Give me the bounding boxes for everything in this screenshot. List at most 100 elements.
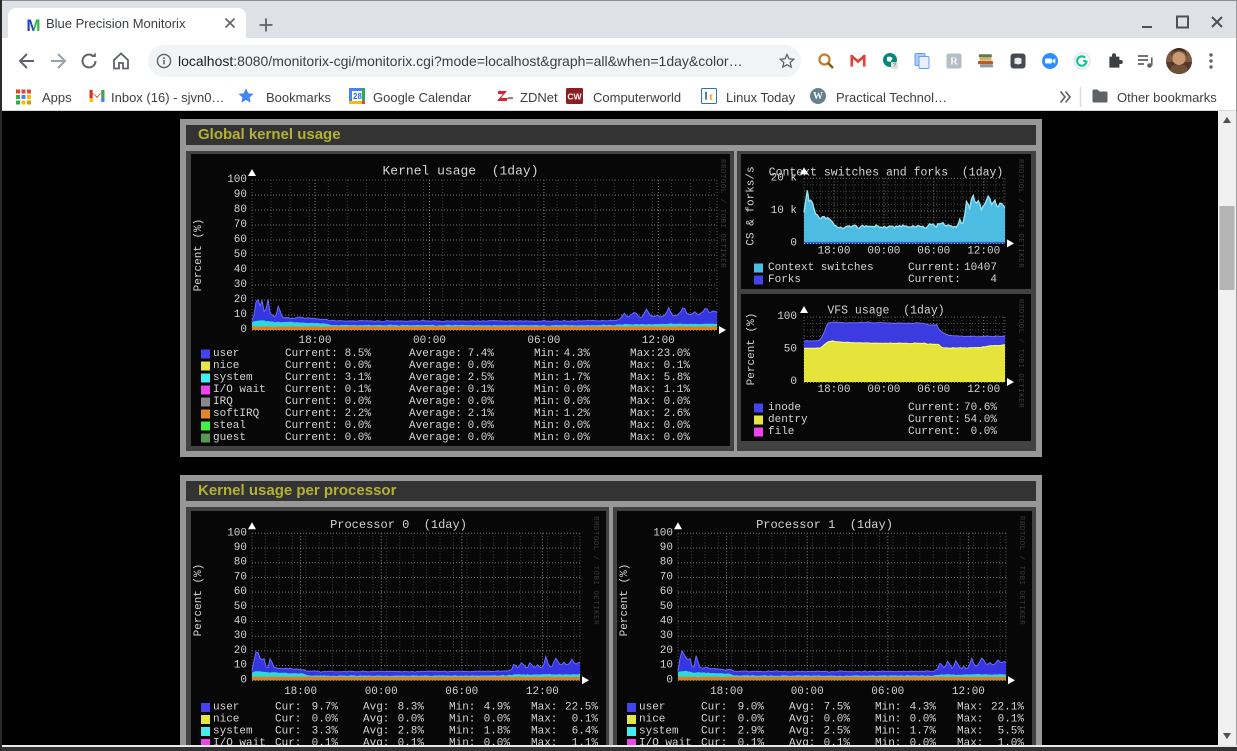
svg-text:0.0%: 0.0% xyxy=(738,714,765,726)
svg-text:Avg:: Avg: xyxy=(789,714,815,726)
svg-text:Max:: Max: xyxy=(630,396,656,408)
svg-text:nice: nice xyxy=(213,360,239,372)
svg-text:Min:: Min: xyxy=(875,726,901,738)
svg-text:12:00: 12:00 xyxy=(967,246,1000,258)
svg-text:4.3%: 4.3% xyxy=(910,702,937,714)
svg-text:00:00: 00:00 xyxy=(791,686,824,698)
svg-text:23.0%: 23.0% xyxy=(657,348,690,360)
svg-text:Min:: Min: xyxy=(449,738,475,746)
svg-text:Max:: Max: xyxy=(630,384,656,396)
svg-text:3.3%: 3.3% xyxy=(312,726,339,738)
svg-text:Min:: Min: xyxy=(534,384,560,396)
svg-text:00:00: 00:00 xyxy=(867,246,900,258)
svg-text:22.5%: 22.5% xyxy=(565,702,598,714)
svg-text:06:00: 06:00 xyxy=(917,246,950,258)
svg-text:Min:: Min: xyxy=(449,726,475,738)
svg-text:5.8%: 5.8% xyxy=(664,372,691,384)
svg-text:50: 50 xyxy=(660,601,673,613)
svg-text:Current:: Current: xyxy=(908,402,961,414)
svg-text:Cur:: Cur: xyxy=(701,702,727,714)
svg-text:100: 100 xyxy=(227,174,247,186)
svg-text:0: 0 xyxy=(666,674,673,686)
svg-text:user: user xyxy=(213,348,239,360)
svg-text:28: 28 xyxy=(353,92,362,101)
svg-text:00:00: 00:00 xyxy=(365,686,398,698)
svg-text:40: 40 xyxy=(234,264,247,276)
svg-text:Linux Today: Linux Today xyxy=(726,90,796,105)
svg-text:6.4%: 6.4% xyxy=(572,726,599,738)
svg-text:Inbox (16) - sjvn0…: Inbox (16) - sjvn0… xyxy=(111,90,224,105)
svg-text:Average:: Average: xyxy=(409,348,462,360)
svg-text:1.7%: 1.7% xyxy=(564,372,591,384)
svg-text:system: system xyxy=(639,726,679,738)
svg-text:Max:: Max: xyxy=(531,702,557,714)
svg-text:30: 30 xyxy=(234,630,247,642)
svg-text:100: 100 xyxy=(777,311,797,323)
svg-text:Current:: Current: xyxy=(285,408,338,420)
svg-text:user: user xyxy=(639,702,665,714)
svg-text:Max:: Max: xyxy=(957,714,983,726)
svg-text:I/O wait: I/O wait xyxy=(639,738,692,746)
svg-text:0.0%: 0.0% xyxy=(971,426,998,438)
svg-text:1.7%: 1.7% xyxy=(910,726,937,738)
svg-text:100: 100 xyxy=(653,527,673,539)
svg-text:70: 70 xyxy=(234,571,247,583)
svg-text:1.1%: 1.1% xyxy=(572,738,599,746)
svg-text:0.0%: 0.0% xyxy=(345,396,372,408)
svg-text:Average:: Average: xyxy=(409,384,462,396)
svg-text:Avg:: Avg: xyxy=(789,726,815,738)
svg-text:0.0%: 0.0% xyxy=(398,714,425,726)
svg-text:R: R xyxy=(950,56,959,68)
svg-text:12:00: 12:00 xyxy=(967,384,1000,396)
svg-text:12:00: 12:00 xyxy=(952,686,985,698)
svg-text:2.5%: 2.5% xyxy=(824,726,851,738)
svg-text:Average:: Average: xyxy=(409,408,462,420)
svg-text:0: 0 xyxy=(790,237,797,249)
svg-text:Max:: Max: xyxy=(957,726,983,738)
svg-text:20 k: 20 k xyxy=(771,172,798,184)
svg-text:Avg:: Avg: xyxy=(789,738,815,746)
svg-text:Avg:: Avg: xyxy=(363,702,389,714)
svg-text:60: 60 xyxy=(660,586,673,598)
svg-text:Current:: Current: xyxy=(285,360,338,372)
svg-text:54.0%: 54.0% xyxy=(964,414,997,426)
svg-text:Forks: Forks xyxy=(768,274,801,286)
svg-text:0.0%: 0.0% xyxy=(484,738,511,746)
svg-text:70.6%: 70.6% xyxy=(964,402,997,414)
svg-text:80: 80 xyxy=(234,204,247,216)
svg-text:user: user xyxy=(213,702,239,714)
svg-text:30: 30 xyxy=(234,279,247,291)
svg-text:50: 50 xyxy=(784,344,797,356)
svg-text:90: 90 xyxy=(234,542,247,554)
svg-text:3.1%: 3.1% xyxy=(345,372,372,384)
svg-text:Cur:: Cur: xyxy=(701,738,727,746)
svg-text:Average:: Average: xyxy=(409,372,462,384)
svg-text:0.0%: 0.0% xyxy=(345,432,372,444)
svg-text:VFS usage (1day): VFS usage (1day) xyxy=(827,305,944,318)
svg-text:50: 50 xyxy=(234,601,247,613)
svg-text:Max:: Max: xyxy=(630,432,656,444)
svg-text:40: 40 xyxy=(660,616,673,628)
svg-text:Avg:: Avg: xyxy=(363,726,389,738)
svg-text:Other bookmarks: Other bookmarks xyxy=(1117,90,1217,105)
svg-text:2.6%: 2.6% xyxy=(664,408,691,420)
svg-text:0.0%: 0.0% xyxy=(345,420,372,432)
svg-text:12:00: 12:00 xyxy=(642,335,675,347)
svg-text:0.1%: 0.1% xyxy=(312,738,339,746)
svg-text:4: 4 xyxy=(964,274,997,286)
svg-text:steal: steal xyxy=(213,420,246,432)
svg-text:Max:: Max: xyxy=(531,726,557,738)
svg-text:nice: nice xyxy=(639,714,665,726)
svg-text:Min:: Min: xyxy=(534,420,560,432)
svg-text:80: 80 xyxy=(234,557,247,569)
svg-text:0.0%: 0.0% xyxy=(564,432,591,444)
svg-text:Practical Technol…: Practical Technol… xyxy=(836,90,947,105)
svg-text:4.9%: 4.9% xyxy=(484,702,511,714)
svg-text:7.4%: 7.4% xyxy=(468,348,495,360)
svg-text:8.5%: 8.5% xyxy=(345,348,372,360)
svg-text:0.0%: 0.0% xyxy=(664,396,691,408)
svg-text:Max:: Max: xyxy=(531,714,557,726)
svg-text:2.8%: 2.8% xyxy=(398,726,425,738)
svg-text:system: system xyxy=(213,726,253,738)
svg-text:RRDTOOL / TOBI OETIKER: RRDTOOL / TOBI OETIKER xyxy=(1016,159,1024,268)
